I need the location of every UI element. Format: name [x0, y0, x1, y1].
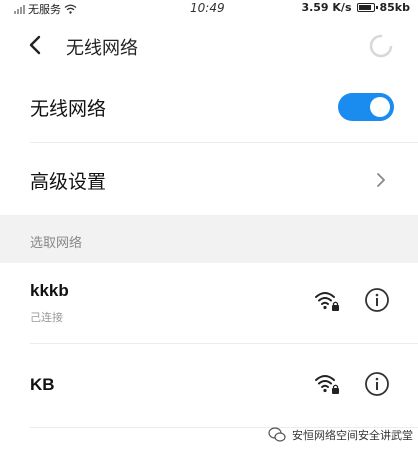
network-name: kkkb	[30, 281, 69, 300]
wifi-status-icon	[64, 4, 77, 14]
advanced-settings-row[interactable]: 高级设置	[0, 143, 418, 215]
battery-text: 85kb	[379, 1, 411, 14]
wifi-lock-icon	[315, 292, 339, 311]
chevron-right-icon	[377, 173, 385, 187]
wifi-lock-icon	[315, 375, 339, 394]
toggle-knob	[370, 97, 390, 117]
network-speed: 3.59 K/s	[301, 1, 352, 14]
battery-icon	[356, 3, 378, 12]
header: 无线网络	[0, 22, 418, 70]
refresh-icon[interactable]	[368, 33, 394, 59]
status-time: 10:49	[190, 1, 225, 15]
section-header: 选取网络	[0, 215, 418, 263]
wlan-toggle[interactable]	[338, 93, 394, 121]
info-icon[interactable]	[364, 287, 390, 313]
network-status: 己连接	[30, 311, 63, 324]
page-title: 无线网络	[66, 38, 138, 59]
section-label: 选取网络	[30, 236, 83, 251]
status-bar: 无服务 10:49 3.59 K/s 85kb	[0, 0, 418, 16]
wechat-icon	[268, 427, 286, 442]
signal-icon	[14, 4, 25, 14]
watermark-text: 安恒网络空间安全讲武堂	[292, 429, 413, 442]
carrier-text: 无服务	[28, 3, 61, 16]
info-icon[interactable]	[364, 371, 390, 397]
status-right: 3.59 K/s 85kb	[301, 1, 410, 14]
wlan-label: 无线网络	[30, 98, 107, 120]
watermark: 安恒网络空间安全讲武堂	[268, 427, 413, 443]
network-name: KB	[30, 375, 55, 394]
network-item[interactable]: KB	[0, 343, 418, 427]
status-left: 无服务	[14, 1, 77, 17]
back-icon[interactable]	[24, 33, 48, 57]
network-item[interactable]: kkkb 己连接	[0, 263, 418, 343]
advanced-settings-label: 高级设置	[30, 171, 107, 193]
